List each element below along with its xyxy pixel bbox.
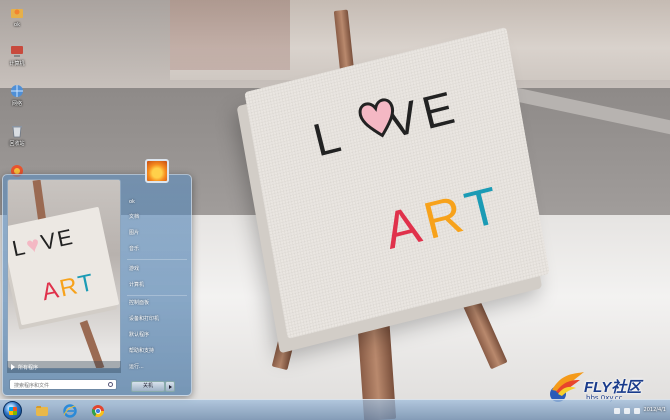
recycle-bin-icon: [12, 126, 22, 138]
start-search-input[interactable]: 搜索程序和文件: [9, 379, 117, 390]
desktop-icon-label: 计算机: [9, 61, 25, 67]
start-item-music[interactable]: 音乐: [129, 245, 139, 252]
shutdown-button[interactable]: 关机: [131, 381, 165, 392]
search-placeholder: 搜索程序和文件: [14, 383, 50, 389]
taskbar-explorer-button[interactable]: [30, 401, 54, 420]
search-icon: [108, 382, 113, 387]
taskbar-chrome-button[interactable]: [86, 401, 110, 420]
desktop-icon-computer[interactable]: 计算机: [2, 44, 32, 67]
start-item-user[interactable]: ok: [129, 199, 135, 205]
start-item-devices-printers[interactable]: 设备和打印机: [129, 315, 159, 322]
wallpaper-brick-building: [170, 0, 290, 70]
volume-icon[interactable]: [633, 407, 640, 414]
network-icon: [11, 85, 23, 97]
windows-explorer-icon: [36, 405, 48, 416]
desktop-icon-network[interactable]: 网络: [2, 84, 32, 107]
start-item-run[interactable]: 运行...: [129, 363, 144, 370]
shutdown-options-button[interactable]: [165, 381, 175, 392]
desktop-icon-label: 网络: [11, 101, 22, 107]
start-item-default-programs[interactable]: 默认程序: [129, 331, 149, 338]
windows-logo-icon: [9, 407, 17, 415]
desktop-icon-label: ok: [14, 22, 20, 28]
computer-icon: [11, 46, 23, 57]
start-item-documents[interactable]: 文档: [129, 213, 139, 220]
desktop-icon-recycle-bin[interactable]: 回收站: [2, 124, 32, 147]
start-menu-places-pane: ok 文档 图片 音乐 游戏 计算机 控制面板 设备和打印机 默认程序 帮助和支…: [123, 159, 189, 393]
arrow-right-icon: [11, 364, 15, 370]
start-menu-separator: [127, 259, 187, 260]
start-item-control-panel[interactable]: 控制面板: [129, 299, 149, 306]
user-folder-icon: [11, 9, 23, 18]
start-menu-programs-pane: L♥VE ART: [7, 179, 121, 369]
taskbar-clock[interactable]: 2012/4/1: [644, 407, 666, 414]
taskbar-ie-button[interactable]: [58, 401, 82, 420]
start-button[interactable]: [3, 401, 22, 420]
internet-explorer-icon: [63, 403, 77, 418]
desktop-icon-user-folder[interactable]: ok: [2, 6, 32, 28]
start-item-help-support[interactable]: 帮助和支持: [129, 347, 154, 354]
system-tray: 2012/4/1: [613, 402, 666, 419]
all-programs-button[interactable]: 所有程序: [7, 361, 121, 373]
tray-arrow-icon[interactable]: [613, 407, 620, 414]
start-item-games[interactable]: 游戏: [129, 265, 139, 272]
start-item-computer[interactable]: 计算机: [129, 281, 144, 288]
start-menu-separator: [127, 295, 187, 296]
user-picture-avatar[interactable]: [145, 159, 169, 183]
start-item-pictures[interactable]: 图片: [129, 229, 139, 236]
taskbar: 2012/4/1: [0, 399, 670, 420]
all-programs-label: 所有程序: [18, 364, 39, 371]
clock-date: 2012/4/1: [643, 407, 666, 413]
start-menu: L♥VE ART 所有程序 搜索程序和文件 ok 文档 图片 音乐 游戏 计算机…: [2, 159, 192, 396]
network-status-icon[interactable]: [623, 407, 630, 414]
chrome-icon: [91, 404, 104, 417]
desktop-icon-label: 回收站: [9, 141, 25, 147]
